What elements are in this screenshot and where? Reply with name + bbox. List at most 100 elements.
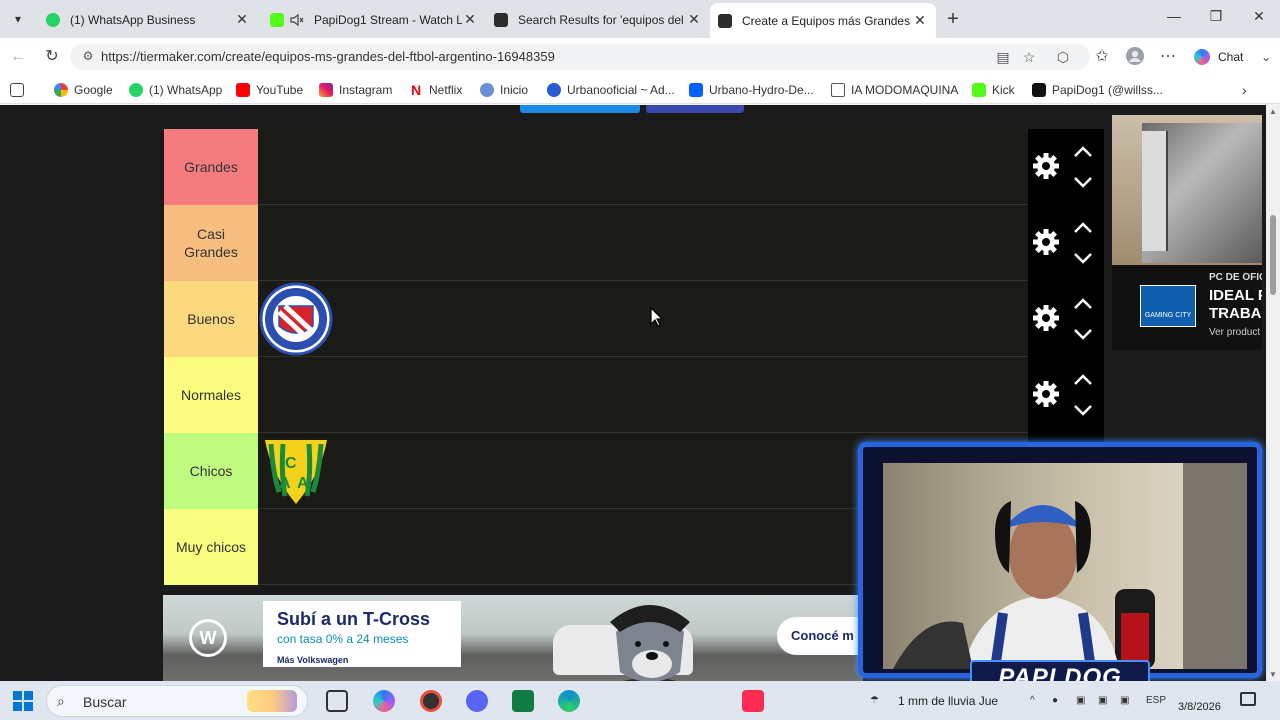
tab-create-tierlist[interactable]: Create a Equipos más Grandes del ✕ (710, 3, 936, 38)
bookmark-tiktok[interactable]: PapiDog1 (@willss... (1032, 82, 1163, 98)
bookmark-urbanooficial[interactable]: Urbanooficial ~ Ad... (547, 82, 675, 98)
tray-app-icon[interactable]: ▣ (1120, 695, 1129, 706)
tab-search-results[interactable]: Search Results for 'equipos del fut ✕ (486, 5, 710, 34)
bookmark-kick[interactable]: Kick (972, 82, 1015, 98)
profile-avatar-icon[interactable] (1125, 47, 1145, 67)
tray-chevron-up-icon[interactable]: ^ (1030, 695, 1035, 706)
ad-side-link[interactable]: Ver product (1209, 327, 1260, 338)
folder-icon (831, 83, 845, 97)
edge-icon[interactable] (558, 690, 580, 712)
tab-kick-stream[interactable]: PapiDog1 Stream - Watch Live ✕ (262, 5, 486, 34)
gear-icon[interactable] (1031, 379, 1061, 409)
window-close-icon[interactable]: ✕ (1249, 8, 1269, 25)
minimize-icon[interactable]: — (1164, 8, 1184, 24)
tray-app-icon[interactable]: ▣ (1098, 695, 1107, 706)
google-icon (54, 83, 68, 97)
bottom-advertisement[interactable]: W Subí a un T-Cross con tasa 0% a 24 mes… (163, 595, 863, 681)
sidebar-toggle-icon[interactable] (10, 82, 30, 98)
reading-mode-icon[interactable]: ▤ (994, 48, 1012, 66)
bookmark-urbano-hydro[interactable]: Urbano-Hydro-De... (689, 82, 814, 98)
tier-drop-zone[interactable] (258, 205, 1028, 281)
favorites-icon[interactable]: ✩ (1092, 47, 1112, 67)
tab-close-icon[interactable]: ✕ (912, 12, 928, 29)
ad-subtext: con tasa 0% a 24 meses (277, 632, 409, 646)
side-advertisement[interactable]: GAMING CITY PC DE OFIC IDEAL PTRABA. Ver… (1112, 115, 1262, 350)
bookmark-netflix[interactable]: N Netflix (409, 82, 462, 98)
tab-close-icon[interactable]: ✕ (686, 11, 702, 28)
tier-drop-zone[interactable] (258, 129, 1028, 205)
url-text[interactable]: https://tiermaker.com/create/equipos-ms-… (101, 49, 555, 64)
bookmark-label: PapiDog1 (@willss... (1052, 83, 1163, 97)
windows-start-icon[interactable] (12, 690, 34, 712)
scroll-up-arrow-icon[interactable]: ▲ (1266, 107, 1280, 116)
task-view-icon[interactable] (326, 690, 348, 712)
copilot-chat-button[interactable]: Chat (1194, 47, 1243, 67)
tab-whatsapp[interactable]: (1) WhatsApp Business ✕ (38, 5, 258, 34)
discord-icon[interactable] (466, 690, 488, 712)
copilot-taskbar-icon[interactable] (373, 690, 395, 712)
tab-close-icon[interactable]: ✕ (462, 11, 478, 28)
tray-mic-icon[interactable]: ● (1052, 695, 1058, 706)
bookmark-label: Google (74, 83, 113, 97)
top-button-edge[interactable] (520, 105, 640, 113)
gear-icon[interactable] (1031, 151, 1061, 181)
restore-icon[interactable]: ❐ (1206, 8, 1226, 25)
argentinos-juniors-logo[interactable] (258, 281, 334, 357)
language-indicator[interactable]: ESP (1146, 695, 1166, 706)
tier-label[interactable]: Chicos (164, 433, 258, 509)
reload-icon[interactable]: ↻ (42, 47, 62, 67)
tab-list-chevron-icon[interactable]: ▾ (8, 9, 28, 29)
tier-controls-grandes (1028, 129, 1104, 205)
tier-label[interactable]: Casi Grandes (164, 205, 258, 281)
obs-icon[interactable] (420, 690, 442, 712)
bookmark-google[interactable]: Google (54, 82, 113, 98)
page-scrollbar[interactable]: ▲ ▼ (1266, 105, 1280, 681)
notifications-icon[interactable] (1240, 692, 1256, 706)
new-tab-plus-icon[interactable]: + (942, 8, 964, 30)
taskbar-search-box[interactable]: ⌕ Buscar (46, 685, 308, 717)
tier-label[interactable]: Buenos (164, 281, 258, 357)
chevron-down-icon[interactable] (1072, 251, 1094, 265)
gear-icon[interactable] (1031, 227, 1061, 257)
chevron-down-icon[interactable] (1072, 403, 1094, 417)
chevron-down-icon[interactable] (1072, 327, 1094, 341)
tab-close-icon[interactable]: ✕ (234, 11, 250, 28)
bookmark-whatsapp[interactable]: (1) WhatsApp (129, 82, 222, 98)
chat-dropdown-chevron-icon[interactable]: ⌄ (1256, 47, 1276, 67)
site-info-icon[interactable]: ⚙ (80, 49, 96, 65)
tier-label[interactable]: Muy chicos (164, 509, 258, 585)
scroll-down-arrow-icon[interactable]: ▼ (1266, 670, 1280, 679)
favorite-star-icon[interactable]: ☆ (1020, 48, 1038, 66)
extensions-icon[interactable]: ⬡ (1054, 48, 1072, 66)
tier-drop-zone[interactable] (258, 357, 1028, 433)
aldosivi-logo[interactable]: C A A (258, 433, 334, 509)
chevron-up-icon[interactable] (1072, 373, 1094, 387)
weather-text[interactable]: 1 mm de lluvia Jue (898, 694, 998, 708)
bookmark-inicio[interactable]: Inicio (480, 82, 528, 98)
chevron-up-icon[interactable] (1072, 297, 1094, 311)
kick-icon (270, 12, 284, 27)
chevron-up-icon[interactable] (1072, 145, 1094, 159)
tiktok-live-icon[interactable] (742, 690, 764, 712)
muted-speaker-icon[interactable] (290, 13, 304, 27)
top-button-edge[interactable] (646, 105, 744, 113)
taskbar-date[interactable]: 3/8/2026 (1178, 701, 1221, 713)
calculator-icon[interactable] (512, 690, 534, 712)
more-options-icon[interactable]: ⋯ (1158, 47, 1178, 67)
webcam-overlay: PAPI DOG (858, 442, 1262, 700)
chevron-down-icon[interactable] (1072, 175, 1094, 189)
bookmark-youtube[interactable]: YouTube (236, 82, 303, 98)
ad-cta-button[interactable]: Conocé m (777, 617, 863, 655)
tier-label[interactable]: Normales (164, 357, 258, 433)
tray-app-icon[interactable]: ▣ (1076, 695, 1085, 706)
address-bar[interactable]: ⚙ https://tiermaker.com/create/equipos-m… (70, 44, 1090, 70)
tier-label[interactable]: Grandes (164, 129, 258, 205)
bookmark-instagram[interactable]: Instagram (319, 82, 392, 98)
bookmark-folder-ia[interactable]: IA MODOMAQUINA (831, 82, 958, 98)
gear-icon[interactable] (1031, 303, 1061, 333)
bookmarks-overflow-chevron-icon[interactable]: › (1242, 82, 1247, 98)
chevron-up-icon[interactable] (1072, 221, 1094, 235)
tier-drop-zone[interactable] (258, 281, 1028, 357)
scroll-thumb[interactable] (1270, 215, 1276, 295)
back-arrow-icon[interactable]: ← (8, 47, 28, 67)
